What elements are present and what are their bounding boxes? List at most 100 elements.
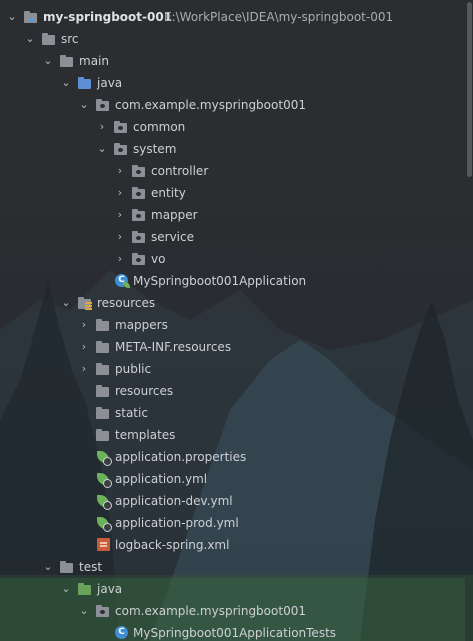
tree-label-src: src [61,32,79,46]
tree-row-project-root[interactable]: ⌄ my-springboot-001 E:\WorkPlace\IDEA\my… [0,6,465,28]
tree-label-resources-sub: resources [115,384,174,398]
package-icon [131,164,147,178]
chevron-right-icon[interactable]: › [113,182,127,204]
chevron-right-icon[interactable]: › [113,204,127,226]
chevron-down-icon[interactable]: ⌄ [41,556,55,578]
tree-row-app-class[interactable]: C MySpringboot001Application [0,270,465,292]
folder-icon [95,384,111,398]
folder-icon [95,428,111,442]
chevron-down-icon[interactable]: ⌄ [77,600,91,622]
module-folder-icon [23,10,39,24]
tree-row-system[interactable]: ⌄ system [0,138,465,160]
chevron-down-icon[interactable]: ⌄ [41,50,55,72]
tree-row-java[interactable]: ⌄ java [0,72,465,94]
tree-row-meta-inf[interactable]: › META-INF.resources [0,336,465,358]
tree-row-app-dev-yml[interactable]: application-dev.yml [0,490,465,512]
tree-row-test-java[interactable]: ⌄ java [0,578,465,600]
resources-folder-icon [77,296,93,310]
tree-row-resources[interactable]: ⌄ resources [0,292,465,314]
package-icon [113,120,129,134]
class-icon: C [115,626,131,640]
tree-row-logback[interactable]: logback-spring.xml [0,534,465,556]
folder-icon [95,362,111,376]
tree-label-main: main [79,54,109,68]
tree-row-package[interactable]: ⌄ com.example.myspringboot001 [0,94,465,116]
spring-config-icon [96,450,112,466]
chevron-right-icon[interactable]: › [95,116,109,138]
class-icon: C [115,274,131,288]
chevron-down-icon[interactable]: ⌄ [59,578,73,600]
scrollbar-thumb[interactable] [467,2,472,177]
tree-row-mappers[interactable]: › mappers [0,314,465,336]
package-icon [131,208,147,222]
tree-row-public[interactable]: › public [0,358,465,380]
package-icon [95,98,111,112]
chevron-down-icon[interactable]: ⌄ [23,28,37,50]
tree-label-public: public [115,362,152,376]
tree-row-app-properties[interactable]: application.properties [0,446,465,468]
chevron-down-icon[interactable]: ⌄ [95,138,109,160]
tree-label-resources: resources [97,296,156,310]
tree-row-resources-sub[interactable]: resources [0,380,465,402]
chevron-right-icon[interactable]: › [77,336,91,358]
tree-label-mappers: mappers [115,318,168,332]
tree-row-static[interactable]: static [0,402,465,424]
chevron-right-icon[interactable]: › [113,160,127,182]
tree-row-common[interactable]: › common [0,116,465,138]
blue-folder-icon [77,76,93,90]
tree-label-system: system [133,142,177,156]
tree-label-app-dev-yml: application-dev.yml [115,494,233,508]
spring-config-icon [96,516,112,532]
project-tree-panel: ⌄ my-springboot-001 E:\WorkPlace\IDEA\my… [0,0,473,641]
tree-label-templates: templates [115,428,176,442]
chevron-right-icon[interactable]: › [113,248,127,270]
tree-row-test-package[interactable]: ⌄ com.example.myspringboot001 [0,600,465,622]
package-icon [131,186,147,200]
chevron-right-icon[interactable]: › [77,358,91,380]
tree-label-java: java [97,76,123,90]
tree-label-service: service [151,230,194,244]
chevron-down-icon[interactable]: ⌄ [5,6,19,28]
spring-config-icon [96,494,112,510]
tree-row-test-class[interactable]: C MySpringboot001ApplicationTests [0,622,465,641]
folder-icon [41,32,57,46]
tree-label-test-class: MySpringboot001ApplicationTests [133,626,337,640]
tree-label-logback: logback-spring.xml [115,538,230,552]
tree-label-app-prod-yml: application-prod.yml [115,516,239,530]
chevron-down-icon[interactable]: ⌄ [77,94,91,116]
package-icon [131,252,147,266]
project-name: my-springboot-001 [43,10,173,24]
tree-label-test: test [79,560,103,574]
project-path: E:\WorkPlace\IDEA\my-springboot-001 [164,10,394,24]
tree-label-app-properties: application.properties [115,450,247,464]
tree-label-entity: entity [151,186,186,200]
tree-label-test-package: com.example.myspringboot001 [115,604,306,618]
tree-label-mapper: mapper [151,208,198,222]
tree-row-test[interactable]: ⌄ test [0,556,465,578]
tree-row-controller[interactable]: › controller [0,160,465,182]
chevron-right-icon[interactable]: › [113,226,127,248]
folder-icon [59,560,75,574]
tree-label-common: common [133,120,186,134]
tree-row-main[interactable]: ⌄ main [0,50,465,72]
tree-rows: ⌄ my-springboot-001 E:\WorkPlace\IDEA\my… [0,6,465,641]
tree-row-entity[interactable]: › entity [0,182,465,204]
tree-label-controller: controller [151,164,209,178]
folder-icon [95,406,111,420]
tree-row-service[interactable]: › service [0,226,465,248]
tree-label-app-class: MySpringboot001Application [133,274,307,288]
tree-row-mapper[interactable]: › mapper [0,204,465,226]
tree-row-vo[interactable]: › vo [0,248,465,270]
chevron-down-icon[interactable]: ⌄ [59,72,73,94]
tree-row-templates[interactable]: templates [0,424,465,446]
tree-label-test-java: java [97,582,123,596]
tree-label-meta-inf: META-INF.resources [115,340,232,354]
folder-icon [59,54,75,68]
chevron-down-icon[interactable]: ⌄ [59,292,73,314]
tree-label-app-yml: application.yml [115,472,208,486]
tree-row-app-yml[interactable]: application.yml [0,468,465,490]
green-folder-icon [77,582,93,596]
tree-row-app-prod-yml[interactable]: application-prod.yml [0,512,465,534]
tree-row-src[interactable]: ⌄ src [0,28,465,50]
chevron-right-icon[interactable]: › [77,314,91,336]
